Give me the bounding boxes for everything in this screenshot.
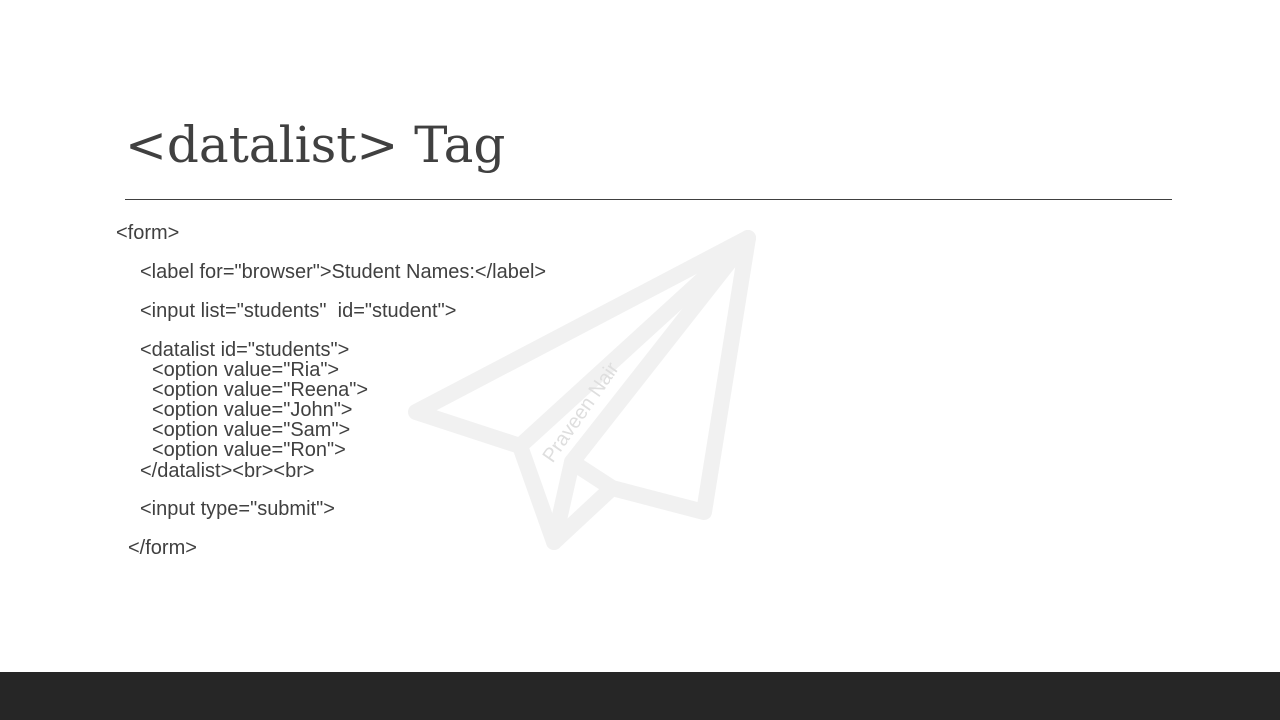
code-line-option-john: <option value="John"> — [152, 399, 353, 421]
code-line-form-open: <form> — [116, 222, 180, 244]
footer-bar — [0, 672, 1280, 720]
code-line-input-submit: <input type="submit"> — [140, 498, 335, 520]
paper-plane-icon — [408, 230, 756, 550]
code-line-option-ria: <option value="Ria"> — [152, 359, 340, 381]
code-line-input-list: <input list="students" id="student"> — [140, 300, 457, 322]
title-divider — [125, 199, 1172, 200]
watermark-text: Praveen Nair — [539, 358, 624, 467]
code-line-datalist-open: <datalist id="students"> — [140, 339, 350, 361]
code-line-datalist-close: </datalist><br><br> — [140, 460, 315, 482]
code-line-option-ron: <option value="Ron"> — [152, 439, 346, 461]
slide-title: <datalist> Tag — [125, 116, 506, 174]
code-line-label: <label for="browser">Student Names:</lab… — [140, 261, 547, 283]
slide: Praveen Nair <datalist> Tag <form> <labe… — [0, 0, 1280, 720]
code-line-option-reena: <option value="Reena"> — [152, 379, 369, 401]
code-line-option-sam: <option value="Sam"> — [152, 419, 351, 441]
code-line-form-close: </form> — [128, 537, 197, 559]
